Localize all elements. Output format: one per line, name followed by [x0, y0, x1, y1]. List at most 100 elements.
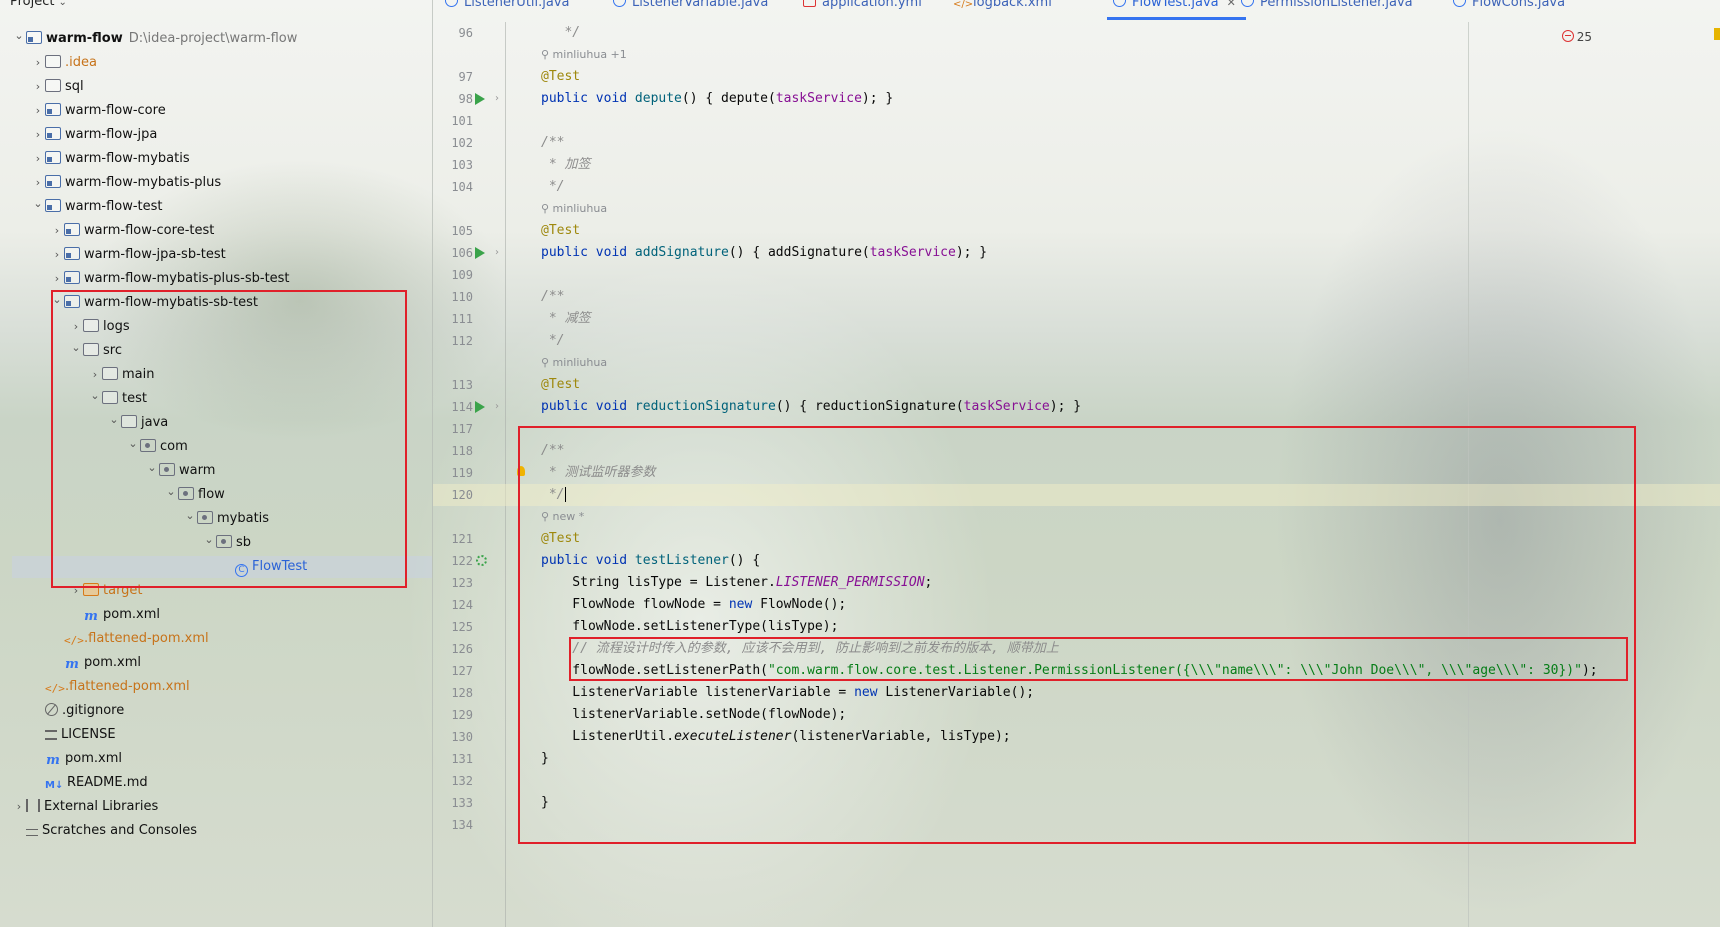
code-token: () { addSignature(	[728, 245, 870, 260]
tree-item-label: Scratches and Consoles	[42, 823, 198, 838]
code-editor[interactable]: 96 */ ⚲ minliuhua +1 97 @Test 98 › public void…	[433, 22, 1720, 927]
code-line: 117	[433, 418, 1720, 440]
module-icon	[64, 271, 80, 284]
code-line: 134	[433, 814, 1720, 836]
error-indicator[interactable]: 25	[1561, 30, 1592, 44]
chevron-down-icon[interactable]: ⌄	[50, 289, 64, 311]
code-token: ListenerVariable listenerVariable =	[541, 685, 855, 700]
line-number: 128	[451, 686, 473, 700]
code-token: new	[728, 597, 761, 612]
fold-icon[interactable]: ›	[495, 242, 499, 264]
inlay-hint-author: ⚲ new *	[433, 506, 1720, 528]
tree-item-label: .flattened-pom.xml	[65, 679, 190, 694]
line-number: 109	[451, 268, 473, 282]
folder-icon	[83, 343, 99, 356]
chevron-down-icon[interactable]: ⌄	[164, 481, 178, 503]
fold-icon[interactable]: ›	[495, 396, 499, 418]
chevron-down-icon[interactable]: ⌄	[88, 385, 102, 407]
lightbulb-icon[interactable]	[517, 466, 525, 476]
code-token: () {	[728, 553, 761, 568]
chevron-right-icon[interactable]: ›	[31, 100, 45, 122]
chevron-right-icon[interactable]: ›	[88, 364, 102, 386]
chevron-down-icon[interactable]: ⌄	[126, 433, 140, 455]
java-class-icon	[445, 0, 458, 7]
chevron-down-icon[interactable]: ⌄	[202, 529, 216, 551]
code-token: taskService	[869, 245, 956, 260]
code-line: 104 */	[433, 176, 1720, 198]
project-panel-title[interactable]: Project ⌄	[10, 0, 67, 9]
error-count: 25	[1576, 30, 1592, 44]
java-class-icon	[1241, 0, 1254, 7]
tab-flowtest-java[interactable]: FlowTest.java ✕	[1107, 0, 1246, 20]
md-icon: M↓	[45, 780, 64, 791]
chevron-down-icon[interactable]: ⌄	[58, 0, 66, 8]
editor-tab-bar: ListenerUtil.java ListenerVariable.java ap…	[433, 0, 1720, 22]
code-line: 113 @Test	[433, 374, 1720, 396]
module-icon	[64, 295, 80, 308]
chevron-down-icon[interactable]: ⌄	[69, 337, 83, 359]
tree-item[interactable]: C FlowTest	[12, 556, 432, 578]
code-line: 101	[433, 110, 1720, 132]
chevron-right-icon[interactable]: ›	[50, 220, 64, 242]
code-line: 102 /**	[433, 132, 1720, 154]
chevron-down-icon[interactable]: ⌄	[31, 193, 45, 215]
code-line: 118 /**	[433, 440, 1720, 462]
close-icon[interactable]: ✕	[1227, 0, 1236, 9]
run-test-icon[interactable]	[476, 555, 487, 566]
chevron-right-icon[interactable]: ›	[31, 124, 45, 146]
chevron-down-icon[interactable]: ⌄	[107, 409, 121, 431]
hint-text: ⚲ minliuhua	[541, 202, 608, 215]
yaml-file-icon	[803, 0, 816, 7]
code-line: 98 › public void depute() { depute(taskSer…	[433, 88, 1720, 110]
hint-text: ⚲ minliuhua	[541, 356, 608, 369]
folder-icon	[102, 391, 118, 404]
module-icon	[45, 127, 61, 140]
folder-icon	[45, 55, 61, 68]
chevron-right-icon[interactable]: ›	[31, 148, 45, 170]
code-line: 126 // 流程设计时传入的参数, 应该不会用到, 防止影响到之前发布的版本,…	[433, 638, 1720, 660]
line-number: 114	[451, 400, 473, 414]
chevron-down-icon[interactable]: ⌄	[12, 25, 26, 47]
tab-listenerutil-java[interactable]: ListenerUtil.java	[445, 0, 570, 18]
tab-listenervariable-java[interactable]: ListenerVariable.java	[613, 0, 768, 18]
code-line: 121 @Test	[433, 528, 1720, 550]
xml-file-icon: </>	[953, 0, 974, 10]
module-icon	[45, 151, 61, 164]
fold-icon[interactable]: ›	[495, 88, 499, 110]
chevron-right-icon[interactable]: ›	[69, 580, 83, 602]
tab-flowcons-java[interactable]: FlowCons.java	[1453, 0, 1565, 18]
tab-application-yml[interactable]: application.yml	[803, 0, 922, 18]
tab-permissionlistener-java[interactable]: PermissionListener.java	[1241, 0, 1413, 18]
code-token: */	[541, 333, 565, 348]
code-line: 103 * 加签	[433, 154, 1720, 176]
warning-icon[interactable]	[1714, 28, 1720, 40]
chevron-right-icon[interactable]: ›	[69, 316, 83, 338]
text-caret: ​	[565, 487, 567, 502]
run-test-icon[interactable]	[475, 247, 485, 259]
chevron-right-icon[interactable]: ›	[31, 172, 45, 194]
maven-icon: m	[65, 657, 79, 672]
code-text: // 流程设计时传入的参数, 应该不会用到, 防止影响到之前发布的版本, 顺带加…	[541, 638, 1058, 660]
tab-label: application.yml	[822, 0, 922, 10]
chevron-right-icon[interactable]: ›	[12, 796, 26, 818]
chevron-right-icon[interactable]: ›	[31, 76, 45, 98]
chevron-down-icon[interactable]: ⌄	[145, 457, 159, 479]
chevron-right-icon[interactable]: ›	[50, 268, 64, 290]
tab-label: FlowCons.java	[1472, 0, 1566, 10]
tab-logback-xml[interactable]: </>logback.xml	[953, 0, 1052, 18]
project-title-label: Project	[10, 0, 55, 9]
code-token: @Test	[541, 531, 581, 546]
chevron-down-icon[interactable]: ⌄	[183, 505, 197, 527]
line-number: 122	[451, 554, 473, 568]
code-token: LISTENER_PERMISSION	[775, 575, 925, 590]
chevron-right-icon[interactable]: ›	[31, 52, 45, 74]
run-test-icon[interactable]	[475, 93, 485, 105]
run-test-icon[interactable]	[475, 401, 485, 413]
tree-item-label: warm	[179, 463, 216, 478]
code-line: 120 */​	[433, 484, 1720, 506]
tree-item-label: sb	[236, 535, 252, 550]
tree-item-label: src	[103, 343, 122, 358]
line-number: 106	[451, 246, 473, 260]
chevron-right-icon[interactable]: ›	[50, 244, 64, 266]
code-line: 133}	[433, 792, 1720, 814]
